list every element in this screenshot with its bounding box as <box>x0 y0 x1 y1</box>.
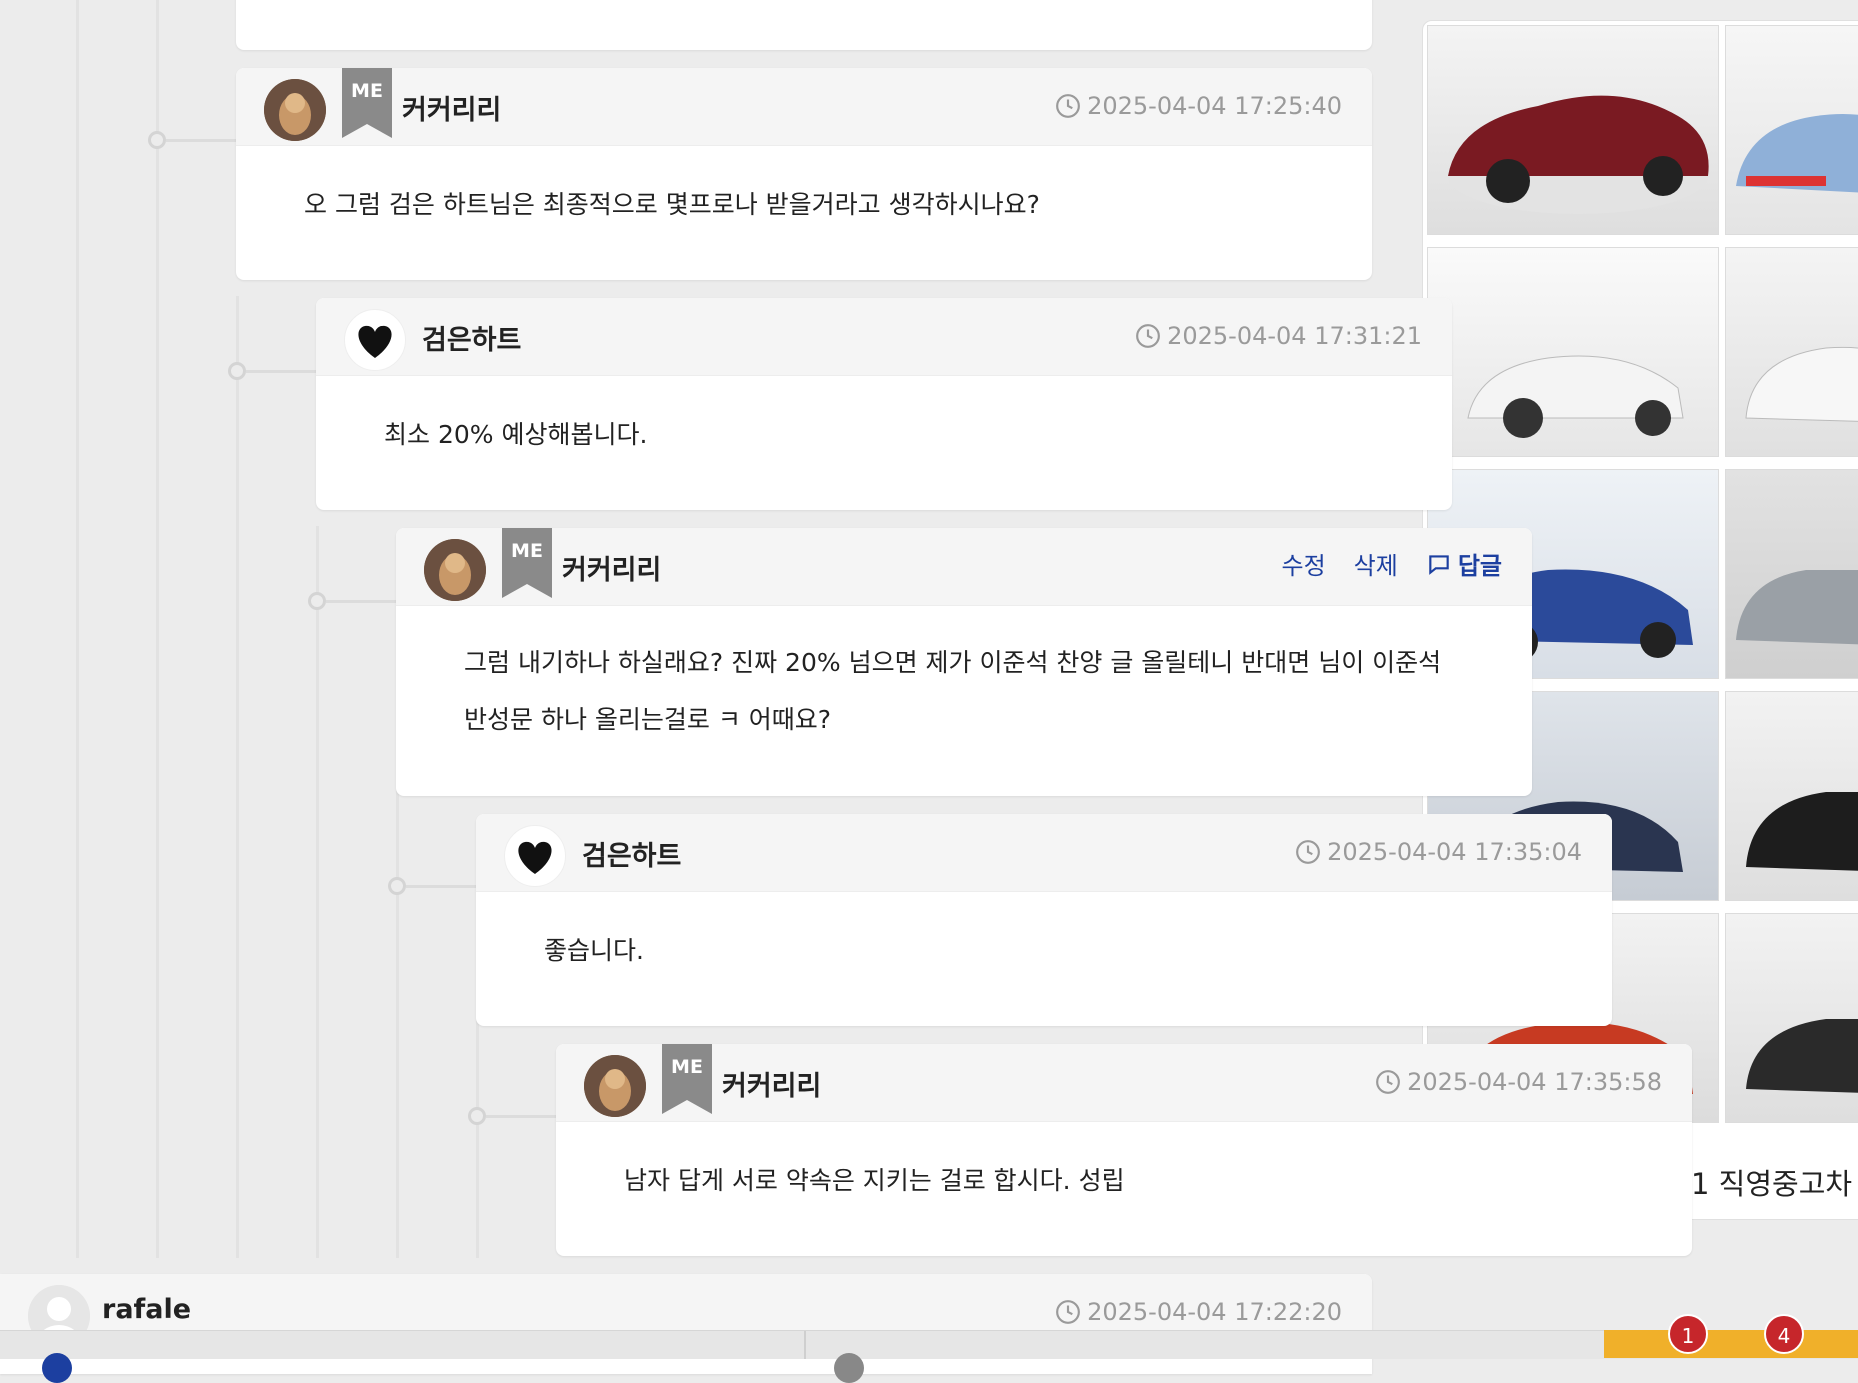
comment-header: 검은하트 2025-04-04 17:35:04 <box>476 814 1612 892</box>
me-badge: ME <box>342 68 392 138</box>
comment-card: 검은하트 2025-04-04 17:35:04 좋습니다. <box>476 814 1612 1026</box>
timestamp-text: 2025-04-04 17:31:21 <box>1167 322 1422 350</box>
comment-text: 좋습니다. <box>544 936 644 965</box>
user-avatar[interactable] <box>424 539 486 601</box>
user-avatar[interactable] <box>264 79 326 141</box>
toolbar-divider <box>804 1331 806 1359</box>
previous-comment-card <box>236 0 1372 50</box>
car-thumbnail[interactable] <box>1725 913 1858 1123</box>
comment-text: 그럼 내기하나 하실래요? 진짜 20% 넘으면 제가 이준석 찬양 글 올릴테… <box>464 648 1442 734</box>
user-avatar[interactable] <box>344 309 406 371</box>
comment-timestamp: 2025-04-04 17:25:40 <box>1055 92 1342 120</box>
notification-bar[interactable] <box>1604 1330 1858 1358</box>
comment-timestamp: 2025-04-04 17:35:04 <box>1295 838 1582 866</box>
thread-connector <box>326 600 396 603</box>
delete-button[interactable]: 삭제 <box>1354 546 1398 581</box>
username[interactable]: rafale <box>102 1294 191 1325</box>
heart-icon <box>518 841 552 874</box>
clock-icon <box>1376 1070 1401 1094</box>
clock-icon <box>1056 1300 1081 1324</box>
reply-label: 답글 <box>1457 552 1502 580</box>
thread-connector <box>166 139 236 142</box>
car-thumbnail[interactable] <box>1427 25 1719 235</box>
thread-node <box>388 877 406 895</box>
thread-connector <box>406 885 476 888</box>
thread-line <box>236 296 239 1258</box>
car-thumbnail[interactable] <box>1427 247 1719 457</box>
comment-text: 남자 답게 서로 약속은 지키는 걸로 합시다. 성립 <box>624 1166 1125 1195</box>
clock-icon <box>1136 324 1161 348</box>
gallery-caption[interactable]: 1 직영중고차 <box>1691 1161 1852 1203</box>
clock-icon <box>1056 94 1081 118</box>
username[interactable]: 커커리리 <box>722 1064 821 1103</box>
comment-text: 최소 20% 예상해봅니다. <box>384 420 648 449</box>
comment-timestamp: 2025-04-04 17:31:21 <box>1135 322 1422 350</box>
car-thumbnail[interactable] <box>1725 247 1858 457</box>
thread-line <box>316 526 319 1258</box>
thread-line <box>76 0 79 1258</box>
comment-card: ME 커커리리 수정 삭제 답글 그럼 내기하나 하실래요? 진짜 20% 넘으… <box>396 528 1532 796</box>
thread-node <box>308 592 326 610</box>
user-avatar[interactable] <box>504 825 566 887</box>
notification-count-badge[interactable]: 1 <box>1668 1314 1708 1354</box>
timestamp-text: 2025-04-04 17:35:58 <box>1407 1068 1662 1096</box>
car-thumbnail[interactable] <box>1725 691 1858 901</box>
bottom-toolbar <box>0 1330 1858 1383</box>
comment-card: ME 커커리리 2025-04-04 17:25:40 오 그럼 검은 하트님은… <box>236 68 1372 280</box>
username[interactable]: 커커리리 <box>402 88 501 127</box>
reply-button[interactable]: 답글 <box>1426 546 1502 581</box>
thread-node <box>468 1107 486 1125</box>
username[interactable]: 검은하트 <box>422 318 521 357</box>
username[interactable]: 검은하트 <box>582 834 681 873</box>
comment-text: 오 그럼 검은 하트님은 최종적으로 몇프로나 받을거라고 생각하시나요? <box>304 190 1040 219</box>
comment-actions: 수정 삭제 답글 <box>1281 546 1502 581</box>
thread-node <box>148 131 166 149</box>
thread-connector <box>486 1115 556 1118</box>
comment-card: ME 커커리리 2025-04-04 17:35:58 남자 답게 서로 약속은… <box>556 1044 1692 1256</box>
timestamp-text: 2025-04-04 17:25:40 <box>1087 92 1342 120</box>
user-avatar[interactable] <box>584 1055 646 1117</box>
clock-icon <box>1296 840 1321 864</box>
comment-header: ME 커커리리 2025-04-04 17:35:58 <box>556 1044 1692 1122</box>
comment-header: ME 커커리리 수정 삭제 답글 <box>396 528 1532 606</box>
thread-node <box>228 362 246 380</box>
car-thumbnail[interactable] <box>1725 25 1858 235</box>
timestamp-text: 2025-04-04 17:22:20 <box>1087 1298 1342 1326</box>
timestamp-text: 2025-04-04 17:35:04 <box>1327 838 1582 866</box>
heart-icon <box>358 325 392 358</box>
comment-timestamp: 2025-04-04 17:35:58 <box>1375 1068 1662 1096</box>
comment-card: 검은하트 2025-04-04 17:31:21 최소 20% 예상해봅니다. <box>316 298 1452 510</box>
me-badge: ME <box>662 1044 712 1114</box>
me-badge: ME <box>502 528 552 598</box>
car-thumbnail[interactable] <box>1725 469 1858 679</box>
comment-timestamp: 2025-04-04 17:22:20 <box>1055 1298 1342 1326</box>
thread-line <box>396 756 399 1258</box>
comment-card: rafale 2025-04-04 17:22:20 <box>0 1274 1372 1374</box>
edit-button[interactable]: 수정 <box>1281 546 1325 581</box>
comment-header: ME 커커리리 2025-04-04 17:25:40 <box>236 68 1372 146</box>
notification-count-badge[interactable]: 4 <box>1764 1314 1804 1354</box>
comment-header: 검은하트 2025-04-04 17:31:21 <box>316 298 1452 376</box>
thread-connector <box>246 370 316 373</box>
username[interactable]: 커커리리 <box>562 548 661 587</box>
speech-bubble-icon <box>1429 554 1449 575</box>
thread-line <box>156 0 159 1258</box>
